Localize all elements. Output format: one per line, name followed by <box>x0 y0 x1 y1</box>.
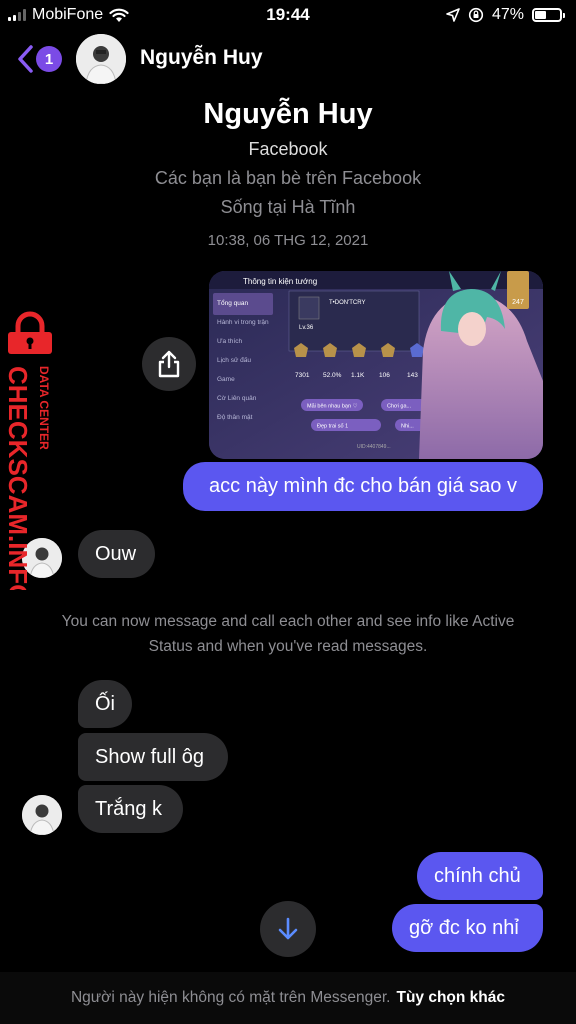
message-bubble-outgoing[interactable]: gỡ đc ko nhỉ <box>392 904 543 952</box>
game-screenshot: Thông tin kiện tướng Tổng quan Hành vi tr… <box>209 271 543 459</box>
message-bubble-incoming[interactable]: Ối <box>78 680 132 728</box>
scroll-to-bottom-button[interactable] <box>260 901 316 957</box>
watermark: CHECKSCAM.INFO DATA CENTER <box>3 310 64 604</box>
game-menu-item: Độ thân mật <box>217 414 253 421</box>
game-menu-item: Game <box>217 376 235 383</box>
watermark-logo: CHECKSCAM.INFO DATA CENTER <box>3 311 52 604</box>
game-tag-label: Mãi bên nhau bạn ♡ <box>307 403 358 410</box>
status-bar: MobiFone 19:44 47% <box>0 0 576 30</box>
game-menu-item: Cờ Liên quân <box>217 395 257 402</box>
contact-name[interactable]: Nguyễn Huy <box>140 46 263 70</box>
game-stat: 106 <box>379 372 390 379</box>
shared-image[interactable]: Thông tin kiện tướng Tổng quan Hành vi tr… <box>209 271 543 459</box>
game-stat: 52.0% <box>323 372 342 379</box>
game-stat: 7301 <box>295 372 310 379</box>
rotation-lock-icon <box>468 7 484 23</box>
game-stat: 1.1K <box>351 372 365 379</box>
battery-percent: 47% <box>491 6 524 23</box>
game-menu-item: Ưa thích <box>217 338 242 345</box>
watermark-subtitle: DATA CENTER <box>37 366 51 450</box>
status-right: 47% <box>446 6 565 24</box>
unavailable-notice: Người này hiện không có mặt trên Messeng… <box>70 989 391 1006</box>
profile-intro: Nguyễn Huy Facebook Các bạn là bạn bè tr… <box>0 96 576 218</box>
profile-platform: Facebook <box>248 139 328 159</box>
game-tag-label: Chơi ga... <box>387 404 412 410</box>
contact-avatar[interactable] <box>76 34 126 84</box>
game-tag-label: Đẹp trai số 1 <box>317 424 348 430</box>
message-bubble-incoming[interactable]: Show full ôg <box>78 733 228 781</box>
avatar-photo <box>76 34 126 84</box>
battery-icon <box>532 8 565 22</box>
profile-location: Sống tại Hà Tĩnh <box>220 197 356 217</box>
message-bubble-incoming[interactable]: Trắng k <box>78 785 183 833</box>
more-options-link[interactable]: Tùy chọn khác <box>396 989 505 1007</box>
game-header: Thông tin kiện tướng <box>243 277 317 286</box>
back-button[interactable]: 1 <box>16 44 62 74</box>
message-bubble-outgoing[interactable]: chính chủ <box>417 852 543 900</box>
profile-name: Nguyễn Huy <box>203 98 373 130</box>
composer-unavailable-bar: Người này hiện không có mặt trên Messeng… <box>0 972 576 1024</box>
game-menu-item: Tổng quan <box>217 299 248 307</box>
game-tag-label: Nhi... <box>401 424 414 430</box>
unread-count-badge: 1 <box>36 46 62 72</box>
game-rank: 247 <box>512 299 524 306</box>
watermark-brand: CHECKSCAM.INFO <box>4 366 33 590</box>
system-notice: You can now message and call each other … <box>61 613 515 655</box>
game-level: Lv.36 <box>299 325 314 331</box>
share-button[interactable] <box>142 337 196 391</box>
sender-avatar[interactable] <box>22 795 62 835</box>
conversation-header: 1 Nguyễn Huy <box>0 30 576 88</box>
game-player-name: T•DON'TCRY <box>329 300 365 306</box>
game-stat: 143 <box>407 372 418 379</box>
battery-fill <box>535 11 547 19</box>
message-bubble-incoming[interactable]: Ouw <box>78 530 155 578</box>
arrow-down-icon <box>278 917 298 940</box>
share-icon <box>158 350 180 378</box>
chevron-left-icon <box>18 45 33 73</box>
conversation-timestamp: 10:38, 06 THG 12, 2021 <box>207 232 369 249</box>
friends-note: Các bạn là bạn bè trên Facebook <box>154 168 422 188</box>
game-uid: UID:4407849... <box>357 444 391 450</box>
avatar-photo <box>22 795 62 835</box>
location-arrow-icon <box>446 8 460 22</box>
game-menu-item: Lịch sử đấu <box>217 355 251 364</box>
game-menu-item: Hành vi trong trận <box>217 319 269 326</box>
message-bubble-outgoing[interactable]: acc này mình đc cho bán giá sao v <box>183 462 543 511</box>
